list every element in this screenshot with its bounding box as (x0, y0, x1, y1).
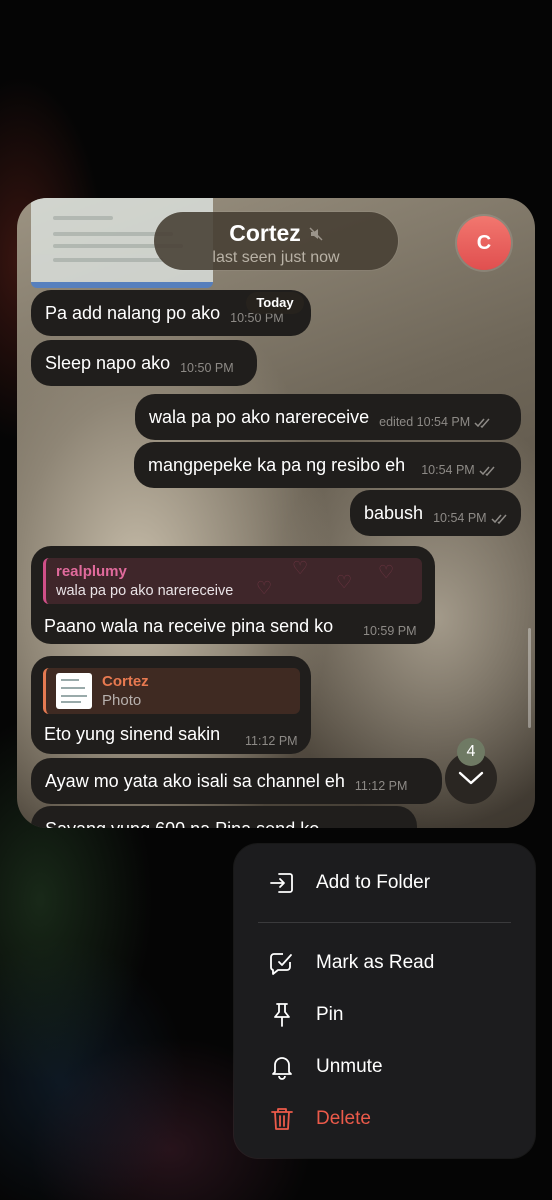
last-seen-status: last seen just now (212, 249, 340, 266)
message-text: wala pa po ako narereceive (149, 406, 370, 427)
menu-item-pin[interactable]: Pin (234, 992, 535, 1038)
message-time: 10:54 PM (433, 511, 487, 525)
reply-author: realplumy (56, 563, 127, 580)
scrollbar[interactable] (528, 628, 531, 728)
chat-header[interactable]: Cortez last seen just now (154, 212, 398, 270)
reply-quote[interactable]: ♡ ♡ ♡ ♡ realplumy wala pa po ako narerec… (43, 558, 422, 604)
message-time: 11:12 PM (245, 734, 298, 748)
message-meta: 10:54 PM (433, 511, 508, 525)
message-meta: edited 10:54 PM (379, 415, 491, 429)
photo-thumbnail (56, 673, 92, 709)
decoration-icon: ♡ (336, 572, 353, 592)
reply-text: Photo (102, 692, 142, 709)
message-bubble-outgoing[interactable]: wala pa po ako narereceive edited 10:54 … (135, 394, 521, 440)
decoration-icon: ♡ (256, 578, 273, 598)
message-time: 10:54 PM (421, 463, 475, 477)
menu-label: Delete (316, 1108, 371, 1129)
message-time: edited 10:54 PM (379, 415, 471, 429)
trash-icon (271, 1108, 293, 1130)
avatar-letter: C (476, 231, 492, 254)
menu-item-unmute[interactable]: Unmute (234, 1044, 535, 1090)
message-text: mangpepeke ka pa ng resibo eh (148, 454, 406, 475)
message-bubble-outgoing[interactable]: mangpepeke ka pa ng resibo eh 10:54 PM (134, 442, 521, 488)
message-text: Eto yung sinend sakin (44, 724, 221, 744)
message-text: Ayaw mo yata ako isali sa channel eh (45, 770, 345, 791)
decoration-icon: ♡ (292, 558, 309, 578)
message-time: 10:50 PM (180, 361, 234, 375)
reply-quote[interactable]: Cortez Photo (43, 668, 300, 714)
message-bubble[interactable]: Sleep napo ako 10:50 PM (31, 340, 257, 386)
chevron-down-icon (458, 771, 484, 785)
menu-label: Mark as Read (316, 952, 435, 973)
contact-name: Cortez (229, 220, 301, 246)
message-time: 10:59 PM (363, 624, 417, 638)
menu-item-delete[interactable]: Delete (234, 1096, 535, 1142)
double-check-icon (479, 466, 495, 476)
reply-author: Cortez (102, 673, 149, 690)
menu-label: Unmute (316, 1056, 383, 1077)
menu-label: Add to Folder (316, 872, 431, 893)
message-bubble-reply[interactable]: Cortez Photo Eto yung sinend sakin 11:12… (31, 656, 311, 754)
message-text: Sayang yung 600 na Pina send ko (45, 819, 319, 829)
menu-item-add-to-folder[interactable]: Add to Folder (234, 860, 535, 906)
menu-item-mark-as-read[interactable]: Mark as Read (234, 940, 535, 986)
message-text: Paano wala na receive pina send ko (44, 616, 334, 636)
message-bubble-outgoing[interactable]: babush 10:54 PM (350, 490, 521, 536)
decoration-icon: ♡ (378, 562, 395, 582)
bell-icon (272, 1057, 292, 1080)
message-meta: 10:54 PM (421, 463, 496, 477)
menu-label: Pin (316, 1004, 344, 1025)
message-text: Pa add nalang po ako (45, 302, 221, 323)
message-bubble-reply[interactable]: ♡ ♡ ♡ ♡ realplumy wala pa po ako narerec… (31, 546, 435, 644)
add-to-folder-icon (270, 873, 293, 893)
unread-count-badge: 4 (457, 738, 485, 766)
double-check-icon (474, 418, 490, 428)
muted-icon (309, 227, 323, 240)
mark-as-read-icon (270, 953, 292, 975)
double-check-icon (491, 514, 507, 524)
message-bubble[interactable]: Sayang yung 600 na Pina send ko (31, 806, 417, 828)
message-text: babush (364, 502, 424, 523)
message-bubble[interactable]: Ayaw mo yata ako isali sa channel eh 11:… (31, 758, 442, 804)
avatar[interactable]: C (457, 216, 511, 270)
reply-text: wala pa po ako narereceive (56, 583, 234, 599)
message-text: Sleep napo ako (45, 352, 171, 373)
message-time: 11:12 PM (354, 779, 408, 793)
chat-preview[interactable]: Pa add nalang po ako 10:50 PM Sleep napo… (17, 198, 535, 828)
menu-divider (258, 922, 511, 923)
context-menu: Add to Folder Mark as Read Pin Unmute De… (234, 844, 535, 1158)
pin-icon (274, 1003, 290, 1027)
date-pill: Today (246, 292, 304, 314)
